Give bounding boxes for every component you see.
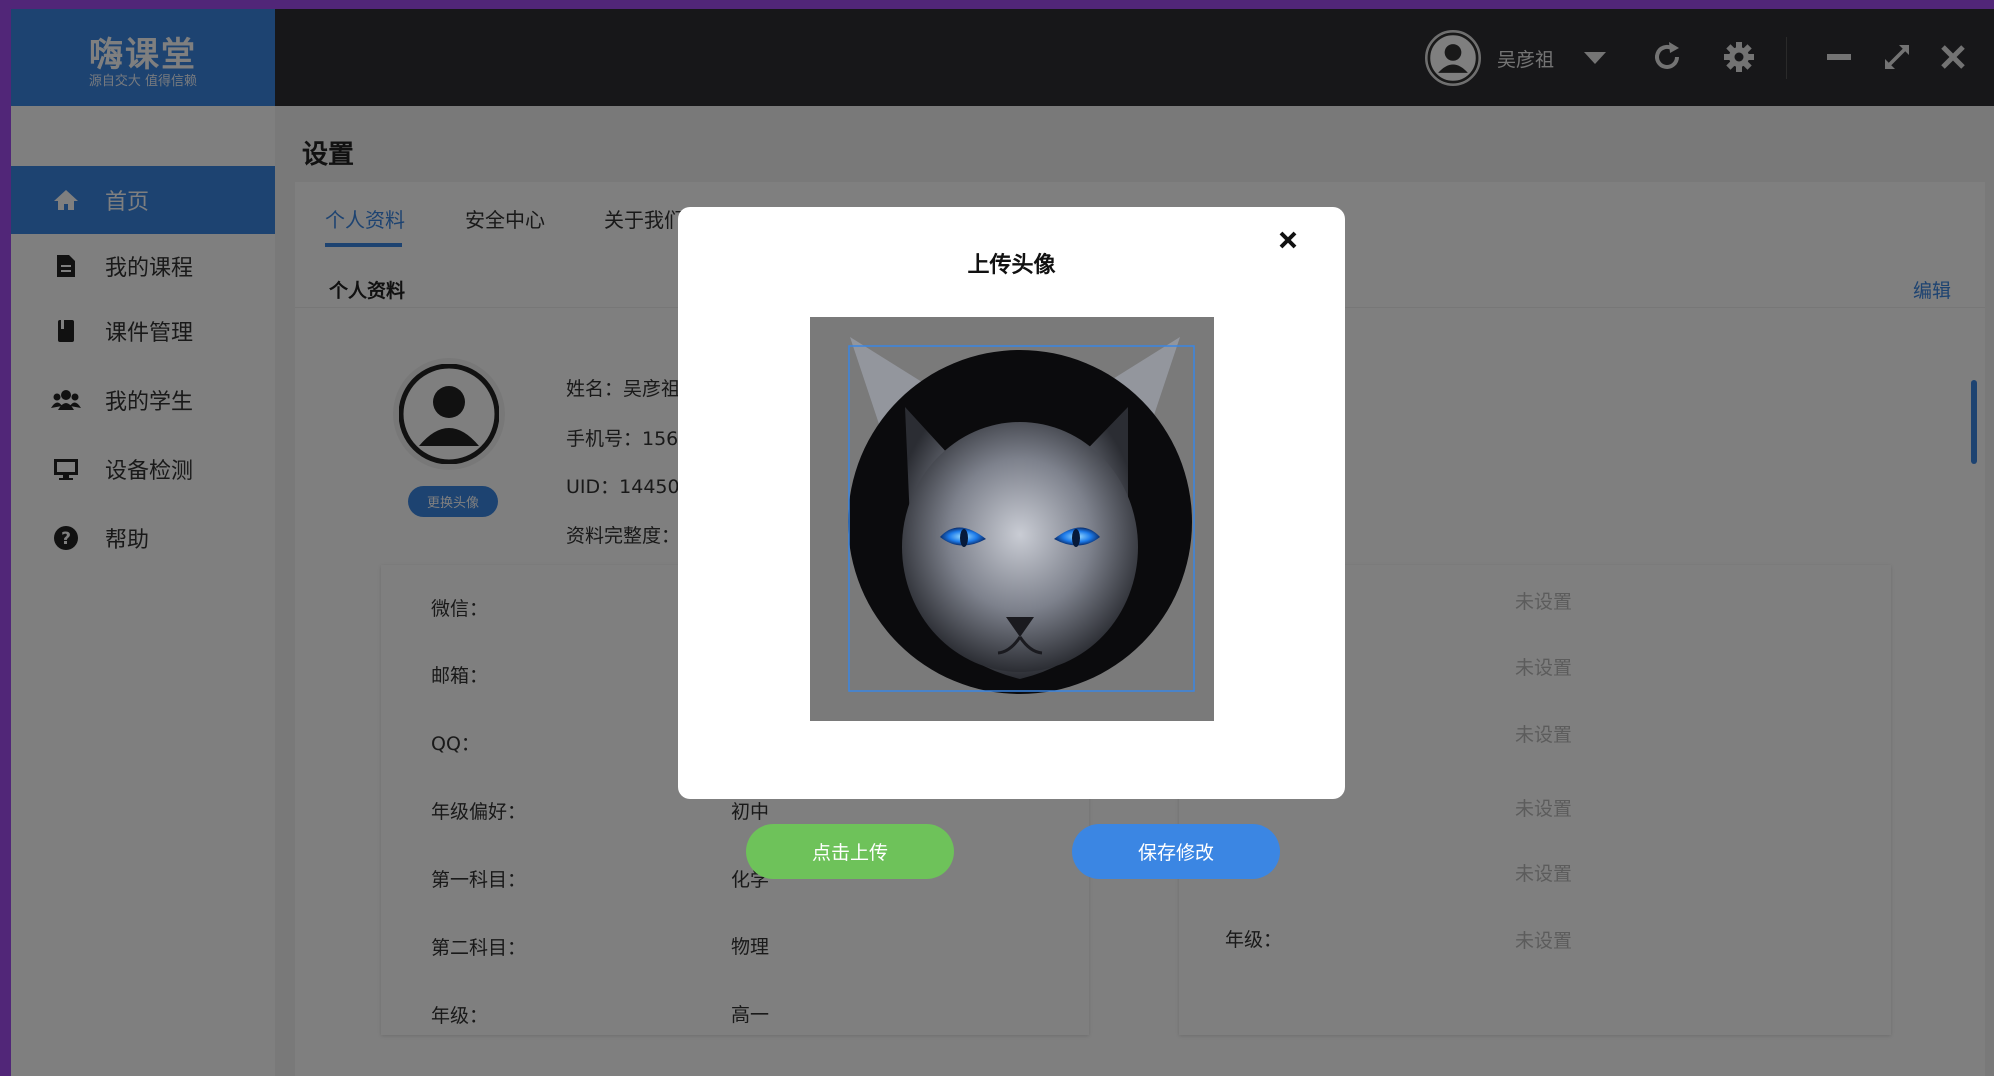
upload-button[interactable]: 点击上传: [746, 824, 954, 879]
dialog-title: 上传头像: [967, 253, 1056, 278]
save-changes-button[interactable]: 保存修改: [1072, 824, 1280, 879]
avatar-crop-area[interactable]: [810, 317, 1214, 721]
upload-avatar-dialog: 上传头像: [678, 207, 1345, 799]
cat-photo: [810, 317, 1214, 721]
close-icon[interactable]: [1271, 223, 1305, 257]
